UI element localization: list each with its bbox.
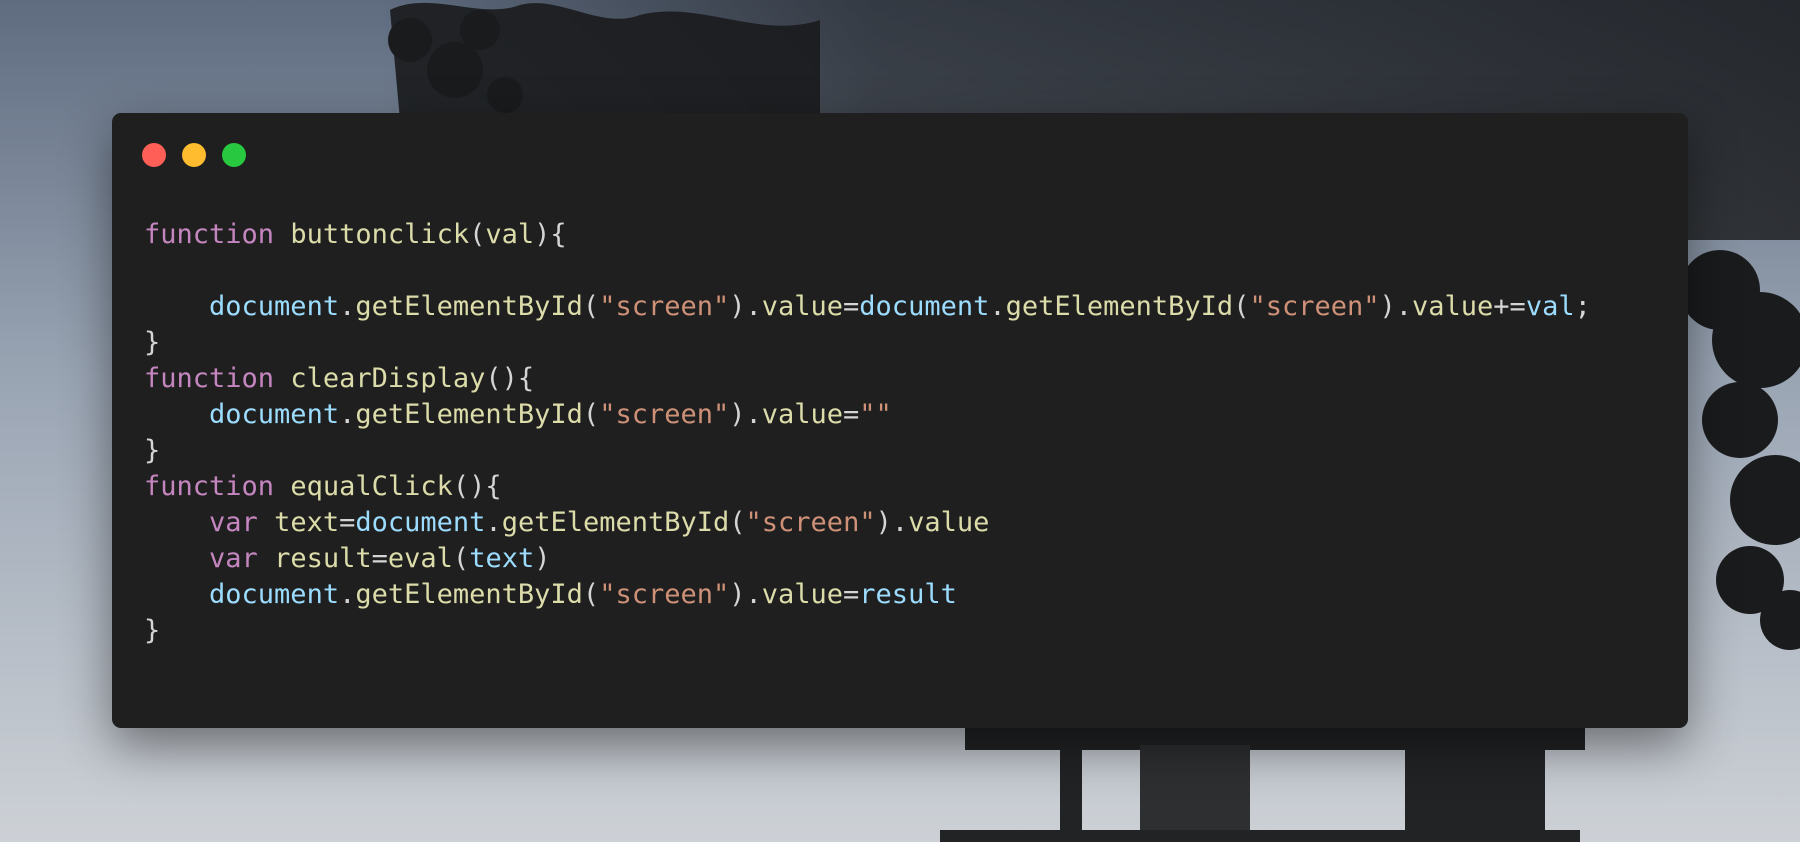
code-token: ( bbox=[452, 543, 470, 574]
code-token: ( bbox=[729, 507, 746, 538]
window-controls bbox=[142, 143, 246, 167]
code-line: document.getElementById("screen").value=… bbox=[144, 289, 1591, 325]
code-token: . bbox=[339, 399, 356, 430]
code-token: val bbox=[485, 219, 535, 250]
code-token: ( bbox=[469, 219, 486, 250]
code-token: "screen" bbox=[745, 507, 876, 538]
code-token: val bbox=[1525, 291, 1575, 322]
minimize-button[interactable] bbox=[182, 143, 206, 167]
code-token: . bbox=[339, 579, 356, 610]
code-token: eval bbox=[387, 543, 453, 574]
code-token: ). bbox=[729, 291, 762, 322]
code-token: document bbox=[209, 579, 340, 610]
code-token: ). bbox=[729, 399, 762, 430]
code-token: text bbox=[274, 507, 340, 538]
code-token: (){ bbox=[485, 363, 535, 394]
code-token: var bbox=[209, 507, 258, 538]
code-token: ). bbox=[875, 507, 909, 538]
code-line: document.getElementById("screen").value=… bbox=[144, 577, 1591, 613]
code-token: value bbox=[908, 507, 990, 538]
code-token: ). bbox=[1379, 291, 1413, 322]
code-token: value bbox=[761, 399, 844, 430]
code-token: += bbox=[1493, 291, 1526, 322]
code-line: var result=eval(text) bbox=[144, 541, 1591, 577]
code-token: } bbox=[144, 327, 161, 358]
code-token: "screen" bbox=[599, 291, 730, 322]
code-token: = bbox=[843, 579, 860, 610]
maximize-button[interactable] bbox=[222, 143, 246, 167]
code-token: var bbox=[209, 543, 258, 574]
code-token: = bbox=[339, 507, 356, 538]
code-token: function bbox=[144, 363, 275, 394]
code-token: document bbox=[355, 507, 486, 538]
code-token: function bbox=[144, 471, 275, 502]
code-token: document bbox=[209, 399, 340, 430]
code-token: ( bbox=[582, 291, 600, 322]
code-token: "screen" bbox=[599, 579, 730, 610]
code-line: function buttonclick(val){ bbox=[144, 217, 1591, 253]
code-token: ){ bbox=[534, 219, 567, 250]
code-token: buttonclick bbox=[290, 219, 470, 250]
code-token: "" bbox=[859, 399, 892, 430]
code-token: result bbox=[859, 579, 957, 610]
code-token: value bbox=[761, 291, 844, 322]
code-token: document bbox=[859, 291, 990, 322]
code-token: . bbox=[485, 507, 502, 538]
code-line: function clearDisplay(){ bbox=[144, 361, 1591, 397]
code-token: function bbox=[144, 219, 275, 250]
code-token: value bbox=[761, 579, 844, 610]
code-token: } bbox=[144, 435, 161, 466]
code-token: clearDisplay bbox=[290, 363, 486, 394]
code-token: ( bbox=[1233, 291, 1250, 322]
code-token: value bbox=[1412, 291, 1494, 322]
code-token: ( bbox=[582, 399, 600, 430]
code-token: = bbox=[371, 543, 388, 574]
code-token: . bbox=[989, 291, 1006, 322]
code-token: = bbox=[843, 291, 860, 322]
code-token: . bbox=[339, 291, 356, 322]
code-line: document.getElementById("screen").value=… bbox=[144, 397, 1591, 433]
code-token: ( bbox=[582, 579, 600, 610]
code-line: } bbox=[144, 325, 1591, 361]
code-token: = bbox=[843, 399, 860, 430]
code-block: function buttonclick(val){ document.getE… bbox=[144, 217, 1591, 649]
close-button[interactable] bbox=[142, 143, 166, 167]
code-token: equalClick bbox=[290, 471, 453, 502]
code-token: document bbox=[209, 291, 340, 322]
code-token: ). bbox=[729, 579, 762, 610]
code-token: } bbox=[144, 615, 161, 646]
code-window: function buttonclick(val){ document.getE… bbox=[112, 113, 1688, 728]
code-token: getElementById bbox=[355, 291, 583, 322]
code-token: ) bbox=[534, 543, 551, 574]
code-token: "screen" bbox=[599, 399, 730, 430]
code-line: function equalClick(){ bbox=[144, 469, 1591, 505]
code-token: text bbox=[469, 543, 535, 574]
code-token: "screen" bbox=[1249, 291, 1380, 322]
code-token: (){ bbox=[452, 471, 502, 502]
code-token: getElementById bbox=[501, 507, 730, 538]
code-line: var text=document.getElementById("screen… bbox=[144, 505, 1591, 541]
code-line: } bbox=[144, 613, 1591, 649]
code-token: ; bbox=[1574, 291, 1591, 322]
code-token: getElementById bbox=[355, 399, 583, 430]
code-token: getElementById bbox=[355, 579, 583, 610]
code-line: } bbox=[144, 433, 1591, 469]
code-token: result bbox=[274, 543, 372, 574]
code-token: getElementById bbox=[1005, 291, 1234, 322]
